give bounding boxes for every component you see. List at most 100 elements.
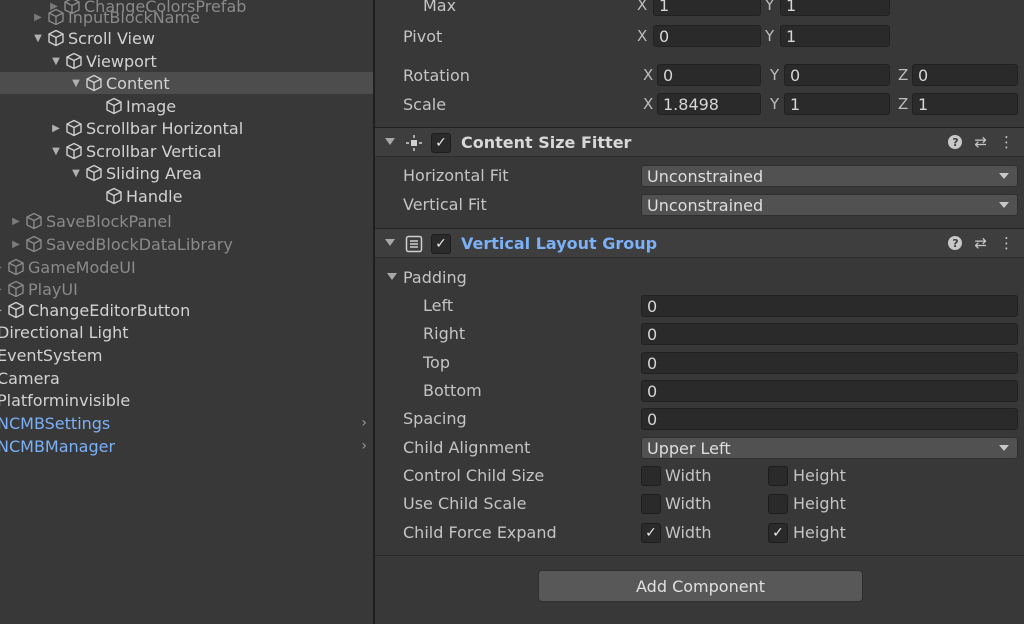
child-alignment-dropdown[interactable]: Upper Left [641,437,1018,459]
hierarchy-item[interactable]: ▶NCMBSettings› [0,412,373,434]
scale-y-field[interactable]: 1 [784,93,890,115]
chevron-right-icon[interactable]: › [361,412,367,434]
expand-arrow-right-icon[interactable]: ▶ [50,123,62,134]
max-x-field[interactable]: 1 [653,0,761,16]
child-force-expand-label: Child Force Expand [403,523,557,542]
foldout-arrow-icon[interactable] [385,138,395,145]
vertical-layout-group-enabled-checkbox[interactable]: ✓ [431,234,451,254]
kebab-menu-icon[interactable]: ⋮ [999,235,1014,251]
scale-z-letter: Z [898,95,909,113]
vertical-fit-dropdown[interactable]: Unconstrained [641,194,1018,216]
vertical-layout-group-title: Vertical Layout Group [461,234,658,253]
help-icon[interactable]: ? [948,236,963,250]
hierarchy-item[interactable]: ▶EventSystem [0,344,373,366]
expand-arrow-right-icon[interactable]: ▶ [32,12,44,23]
rotation-y-field[interactable]: 0 [784,64,890,86]
dropdown-caret-icon [999,202,1009,208]
help-icon[interactable]: ? [948,135,963,149]
hierarchy-item[interactable]: ▶ InputBlockName [0,6,373,28]
hierarchy-item[interactable]: ▶NCMBManager› [0,435,373,457]
padding-left-field[interactable]: 0 [641,295,1018,317]
hierarchy-item[interactable]: ▶Platforminvisible [0,389,373,411]
content-size-fitter-enabled-checkbox[interactable]: ✓ [431,133,451,153]
hierarchy-item[interactable]: ▼ Content [0,72,373,94]
expand-arrow-down-icon[interactable]: ▼ [32,33,44,44]
gameobject-cube-icon [47,29,65,47]
pivot-y-field[interactable]: 1 [780,25,890,47]
vertical-layout-group-header[interactable]: ✓ Vertical Layout Group ? ⇄ ⋮ [375,228,1024,258]
inspector-panel: Max X 1 Y 1 Pivot X 0 Y 1 Rotation X 0 Y… [375,0,1024,624]
expand-arrow-right-icon[interactable]: ▶ [0,284,4,295]
hierarchy-item[interactable]: ▼ Scroll View [0,27,373,49]
expand-arrow-down-icon[interactable]: ▼ [70,78,82,89]
padding-right-field[interactable]: 0 [641,323,1018,345]
expand-arrow-right-icon[interactable]: ▶ [10,239,22,250]
use-child-scale-height-checkbox[interactable] [768,494,788,514]
rotation-z-field[interactable]: 0 [912,64,1018,86]
scale-x-letter: X [643,95,654,113]
hierarchy-item[interactable]: ▶ GameModeUI [0,256,373,278]
spacing-field[interactable]: 0 [641,408,1018,430]
scale-x-field[interactable]: 1.8498 [657,93,761,115]
content-size-fitter-icon [405,134,423,152]
hierarchy-item[interactable]: ▶Camera [0,367,373,389]
horizontal-fit-dropdown[interactable]: Unconstrained [641,165,1018,187]
hierarchy-item-label: NCMBManager [0,436,116,456]
pivot-label: Pivot [403,27,443,46]
control-child-size-width-label: Width [665,466,712,485]
chevron-right-icon[interactable]: › [361,435,367,457]
gameobject-cube-icon [7,301,25,319]
hierarchy-item-label: NCMBSettings [0,413,111,433]
vertical-layout-group-icon [405,235,423,253]
use-child-scale-width-checkbox[interactable] [641,494,661,514]
scale-y-letter: Y [770,95,780,113]
padding-label[interactable]: Padding [403,268,467,287]
expand-arrow-right-icon[interactable]: ▶ [0,305,4,316]
gameobject-cube-icon [105,187,123,205]
expand-arrow-down-icon[interactable]: ▼ [50,56,62,67]
presets-icon[interactable]: ⇄ [974,235,987,251]
pivot-x-field[interactable]: 0 [653,25,761,47]
content-size-fitter-title: Content Size Fitter [461,133,632,152]
expand-arrow-right-icon[interactable]: ▶ [0,262,4,273]
hierarchy-item-label: EventSystem [0,345,103,365]
add-component-button[interactable]: Add Component [538,570,863,602]
horizontal-fit-label: Horizontal Fit [403,166,509,185]
control-child-size-width-checkbox[interactable] [641,466,661,486]
padding-top-field[interactable]: 0 [641,352,1018,374]
hierarchy-item[interactable]: ▶Directional Light [0,321,373,343]
gameobject-cube-icon [65,52,83,70]
hierarchy-item[interactable]: ▶Handle [0,185,373,207]
scale-z-field[interactable]: 1 [912,93,1018,115]
rotation-x-field[interactable]: 0 [657,64,761,86]
hierarchy-item-label: Handle [126,186,183,206]
padding-foldout-icon[interactable] [387,273,397,280]
presets-icon[interactable]: ⇄ [974,134,987,150]
rotation-z-letter: Z [898,66,909,84]
hierarchy-item[interactable]: ▶ Scrollbar Horizontal [0,117,373,139]
gameobject-cube-icon [7,280,25,298]
control-child-size-height-checkbox[interactable] [768,466,788,486]
content-size-fitter-header[interactable]: ✓ Content Size Fitter ? ⇄ ⋮ [375,127,1024,157]
child-force-expand-width-checkbox[interactable]: ✓ [641,523,661,543]
hierarchy-item[interactable]: ▼ Scrollbar Vertical [0,140,373,162]
hierarchy-item[interactable]: ▶Image [0,95,373,117]
expand-arrow-down-icon[interactable]: ▼ [70,168,82,179]
rotation-x-letter: X [643,66,654,84]
gameobject-cube-icon [65,119,83,137]
hierarchy-item[interactable]: ▼ Viewport [0,50,373,72]
padding-bottom-field[interactable]: 0 [641,380,1018,402]
expand-arrow-right-icon[interactable]: ▶ [10,216,22,227]
child-force-expand-height-checkbox[interactable]: ✓ [768,523,788,543]
child-alignment-value: Upper Left [647,438,731,458]
hierarchy-item[interactable]: ▶ SavedBlockDataLibrary [0,233,373,255]
hierarchy-item[interactable]: ▶ SaveBlockPanel [0,210,373,232]
max-y-field[interactable]: 1 [780,0,890,16]
hierarchy-item[interactable]: ▶ ChangeEditorButton [0,299,373,321]
kebab-menu-icon[interactable]: ⋮ [999,134,1014,150]
hierarchy-item[interactable]: ▼ Sliding Area [0,162,373,184]
foldout-arrow-icon[interactable] [385,239,395,246]
hierarchy-item[interactable]: ▶ PlayUI [0,278,373,300]
pivot-y-letter: Y [765,27,775,45]
expand-arrow-down-icon[interactable]: ▼ [50,146,62,157]
